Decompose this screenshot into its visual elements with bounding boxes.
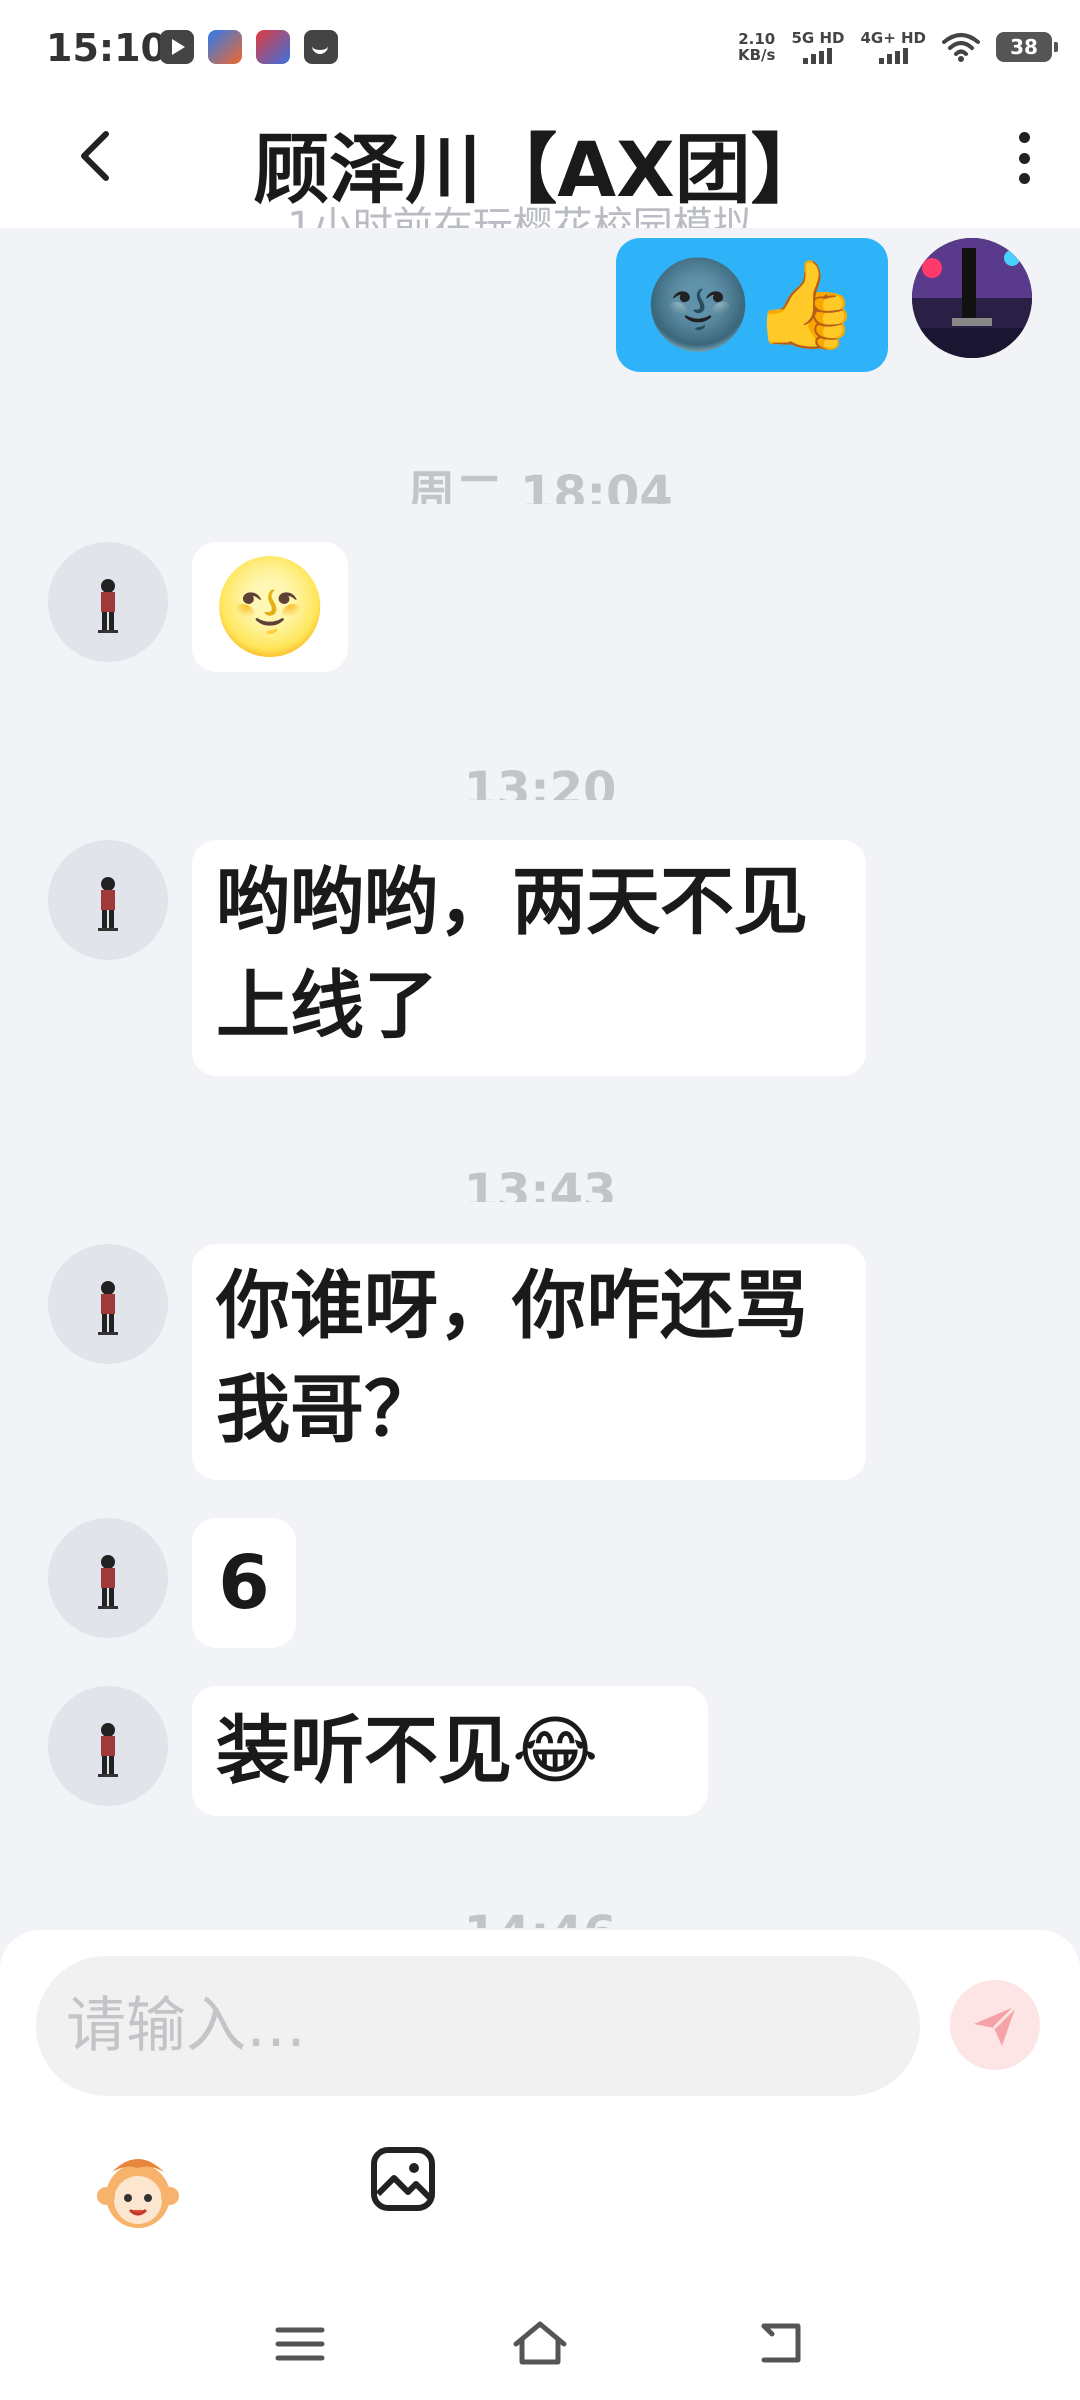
message-app-icon [304, 30, 338, 64]
video-app-icon [160, 30, 194, 64]
timestamp: 13:43 [463, 1164, 617, 1202]
message-bubble-other[interactable]: 你谁呀，你咋还骂我哥？ [192, 1244, 866, 1480]
contact-avatar-image [98, 579, 118, 633]
contact-avatar[interactable] [48, 1518, 168, 1638]
battery-icon: 38 [996, 32, 1058, 62]
message-bubble-other[interactable]: 哟哟哟，两天不见上线了 [192, 840, 866, 1076]
message-bubble-other[interactable]: 装听不见😂 [192, 1686, 708, 1816]
sim2-signal: 4G+ HD [860, 30, 926, 64]
home-icon[interactable] [510, 2314, 570, 2374]
message-text: 你谁呀，你咋还骂我哥？ [216, 1263, 808, 1453]
chat-subtitle: 1小时前在玩樱花校园模拟… [287, 204, 793, 228]
contact-avatar[interactable] [48, 542, 168, 662]
back-nav-icon[interactable] [750, 2314, 810, 2374]
signal-bars-icon [803, 48, 833, 64]
wifi-icon [942, 33, 980, 62]
message-list[interactable]: 🌚👍 周二 18:04 🌝 13:20 哟哟哟，两天不见上线了 13:43 你谁… [0, 228, 1080, 1928]
timestamp: 13:20 [463, 762, 617, 800]
self-avatar[interactable] [912, 238, 1032, 358]
message-text: 哟哟哟，两天不见上线了 [216, 859, 808, 1049]
status-time: 15:10 [46, 26, 167, 70]
menu-icon[interactable] [270, 2314, 330, 2374]
network-speed: 2.10 KB/s [738, 30, 776, 64]
self-avatar-image [912, 238, 1032, 358]
message-bubble-self[interactable]: 🌚👍 [616, 238, 888, 372]
sticker-icon[interactable] [90, 2142, 186, 2238]
contact-avatar[interactable] [48, 1244, 168, 1364]
message-text: 6 [218, 1540, 270, 1626]
more-options-icon[interactable] [1004, 128, 1044, 188]
contact-avatar-image [98, 1723, 118, 1777]
contact-avatar-image [98, 1281, 118, 1335]
message-text: 装听不见😂 [216, 1708, 599, 1794]
contact-avatar[interactable] [48, 1686, 168, 1806]
timestamp: 周二 18:04 [407, 466, 673, 504]
back-icon[interactable] [70, 126, 120, 186]
signal-bars-icon [878, 48, 908, 64]
message-bubble-other[interactable]: 🌝 [192, 542, 348, 672]
contact-avatar[interactable] [48, 840, 168, 960]
game-app-icon [208, 30, 242, 64]
chat-header: 顾泽川【AX团】 1小时前在玩樱花校园模拟… [0, 100, 1080, 228]
system-nav-bar [0, 2300, 1080, 2400]
send-button[interactable] [950, 1980, 1040, 2070]
contact-avatar-image [98, 1555, 118, 1609]
image-icon[interactable] [368, 2144, 438, 2214]
status-app-icons [160, 30, 338, 64]
message-text: 🌚👍 [644, 255, 860, 355]
contact-avatar-image [98, 877, 118, 931]
status-indicators: 2.10 KB/s 5G HD 4G+ HD 38 [738, 30, 1058, 64]
message-bubble-other[interactable]: 6 [192, 1518, 296, 1648]
send-icon [974, 2004, 1018, 2046]
status-bar: 15:10 2.10 KB/s 5G HD 4G+ HD 38 [0, 0, 1080, 100]
message-input[interactable] [36, 1956, 920, 2096]
store-app-icon [256, 30, 290, 64]
message-text: 🌝 [212, 553, 328, 660]
sim1-signal: 5G HD [791, 30, 844, 64]
timestamp: 14:46 [0, 1904, 1080, 1928]
